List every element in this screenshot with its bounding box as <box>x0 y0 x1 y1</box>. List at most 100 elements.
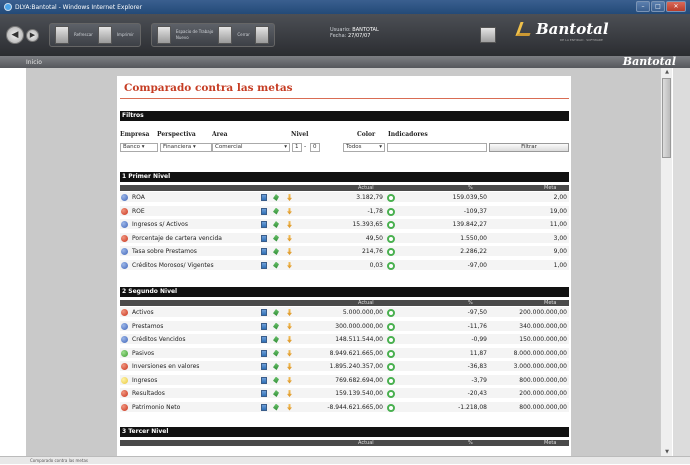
close-button[interactable]: ✕ <box>666 1 686 12</box>
forward-button[interactable]: ▶ <box>26 28 39 42</box>
indicadores-input[interactable] <box>387 143 487 152</box>
table-icon[interactable] <box>261 221 267 228</box>
edit-icon[interactable] <box>273 376 279 384</box>
table-icon[interactable] <box>261 248 267 255</box>
scroll-up-arrow-icon[interactable]: ▲ <box>662 68 672 76</box>
edit-icon[interactable] <box>273 207 279 215</box>
table-icon[interactable] <box>261 363 267 370</box>
indicator-name[interactable]: ROE <box>132 206 145 217</box>
trend-ring-icon[interactable] <box>387 336 395 344</box>
table-row[interactable]: Porcentaje de cartera vencida 49,50 1.550,… <box>120 232 569 244</box>
table-icon[interactable] <box>261 261 267 269</box>
nivel-from-input[interactable]: 1 <box>292 143 302 152</box>
perspectiva-select[interactable]: Financiera ▾ <box>160 143 212 152</box>
table-row[interactable]: Inversiones en valores 1.895.240.357,00 -3… <box>120 361 569 372</box>
indicator-name[interactable]: Resultados <box>132 388 165 399</box>
trend-ring-icon[interactable] <box>387 221 395 229</box>
menu-inicio[interactable]: Inicio <box>26 59 42 66</box>
trend-ring-icon[interactable] <box>387 261 395 270</box>
edit-icon[interactable] <box>273 322 279 330</box>
table-icon[interactable] <box>261 390 267 397</box>
indicator-name[interactable]: Pasivos <box>132 348 154 359</box>
table-icon[interactable] <box>261 234 267 242</box>
indicator-name[interactable]: ROA <box>132 192 145 203</box>
table-row[interactable]: Ingresos 769.682.694,00 -3,79 800.000.000,0… <box>120 374 569 386</box>
table-row[interactable]: Ingresos s/ Activos 15.393,65 139.842,27 11… <box>120 219 569 230</box>
table-icon[interactable] <box>261 349 267 357</box>
edit-icon[interactable] <box>273 390 279 397</box>
table-row[interactable]: Prestamos 300.000.000,00 -11,76 340.000.000… <box>120 320 569 332</box>
table-icon[interactable] <box>261 322 267 330</box>
table-row[interactable]: Patrimonio Neto -8.944.621.665,00 -1.218,0… <box>120 401 569 413</box>
table-row[interactable]: Activos 5.000.000,00 -97,50 200.000.000,00 <box>120 307 569 318</box>
trend-ring-icon[interactable] <box>387 207 395 216</box>
empresa-select[interactable]: Banco ▾ <box>120 143 158 152</box>
download-icon[interactable] <box>287 309 292 316</box>
refresh-icon[interactable] <box>55 26 69 44</box>
download-icon[interactable] <box>287 207 292 215</box>
edit-icon[interactable] <box>273 194 279 201</box>
indicator-name[interactable]: Ingresos <box>132 375 157 386</box>
indicator-name[interactable]: Porcentaje de cartera vencida <box>132 233 222 244</box>
trend-ring-icon[interactable] <box>387 349 395 358</box>
print-icon[interactable] <box>97 26 112 44</box>
trend-ring-icon[interactable] <box>387 248 395 256</box>
area-select[interactable]: Comercial ▾ <box>212 143 290 152</box>
download-icon[interactable] <box>287 194 292 201</box>
indicator-name[interactable]: Inversiones en valores <box>132 361 199 372</box>
table-row[interactable]: ROA 3.182,79 159.039,50 2,00 <box>120 192 569 203</box>
indicator-name[interactable]: Prestamos <box>132 321 163 332</box>
trend-ring-icon[interactable] <box>387 376 395 385</box>
table-icon[interactable] <box>261 194 267 201</box>
trend-ring-icon[interactable] <box>387 234 395 243</box>
indicator-name[interactable]: Activos <box>132 307 154 318</box>
download-icon[interactable] <box>287 390 292 397</box>
nivel-to-input[interactable]: 0 <box>310 143 320 152</box>
edit-icon[interactable] <box>273 234 279 242</box>
color-select[interactable]: Todos ▾ <box>343 143 385 152</box>
filtrar-button[interactable]: Filtrar <box>489 143 569 152</box>
window-icon[interactable] <box>254 26 269 44</box>
download-icon[interactable] <box>287 322 292 330</box>
download-icon[interactable] <box>287 349 292 357</box>
table-row[interactable]: Créditos Vencidos 148.511.544,00 -0,99 150.… <box>120 334 569 345</box>
minimize-button[interactable]: – <box>636 1 650 12</box>
indicator-name[interactable]: Patrimonio Neto <box>132 402 180 413</box>
table-icon[interactable] <box>261 207 267 215</box>
download-icon[interactable] <box>287 234 292 242</box>
download-icon[interactable] <box>287 336 292 343</box>
edit-icon[interactable] <box>273 403 279 411</box>
download-icon[interactable] <box>287 403 292 411</box>
trend-ring-icon[interactable] <box>387 194 395 202</box>
trend-ring-icon[interactable] <box>387 390 395 398</box>
trend-ring-icon[interactable] <box>387 309 395 317</box>
table-icon[interactable] <box>261 403 267 411</box>
table-row[interactable]: ROE -1,78 -109,37 19,00 <box>120 205 569 217</box>
calculator-icon[interactable] <box>480 27 496 43</box>
edit-icon[interactable] <box>273 363 279 370</box>
indicator-name[interactable]: Tasa sobre Prestamos <box>132 246 197 257</box>
new-icon[interactable] <box>156 26 171 44</box>
download-icon[interactable] <box>287 248 292 255</box>
edit-icon[interactable] <box>273 221 279 228</box>
close-tab-icon[interactable] <box>218 26 233 44</box>
table-row[interactable]: Tasa sobre Prestamos 214,76 2.286,22 9,00 <box>120 246 569 257</box>
table-row[interactable]: Créditos Morosos/ Vigentes 0,03 -97,00 1,00 <box>120 259 569 271</box>
edit-icon[interactable] <box>273 349 279 357</box>
maximize-button[interactable]: □ <box>651 1 665 12</box>
table-icon[interactable] <box>261 309 267 316</box>
edit-icon[interactable] <box>273 309 279 316</box>
back-button[interactable]: ◀ <box>6 26 24 44</box>
download-icon[interactable] <box>287 221 292 228</box>
download-icon[interactable] <box>287 261 292 269</box>
indicator-name[interactable]: Créditos Vencidos <box>132 334 185 345</box>
indicator-name[interactable]: Créditos Morosos/ Vigentes <box>132 260 214 271</box>
edit-icon[interactable] <box>273 261 279 269</box>
trend-ring-icon[interactable] <box>387 363 395 371</box>
table-row[interactable]: Resultados 159.139.540,00 -20,43 200.000.00… <box>120 388 569 399</box>
table-row[interactable]: Pasivos 8.949.621.665,00 11,87 8.000.000.00… <box>120 347 569 359</box>
download-icon[interactable] <box>287 376 292 384</box>
vertical-scrollbar[interactable]: ▲ ▼ <box>660 68 672 456</box>
trend-ring-icon[interactable] <box>387 322 395 331</box>
edit-icon[interactable] <box>273 248 279 255</box>
